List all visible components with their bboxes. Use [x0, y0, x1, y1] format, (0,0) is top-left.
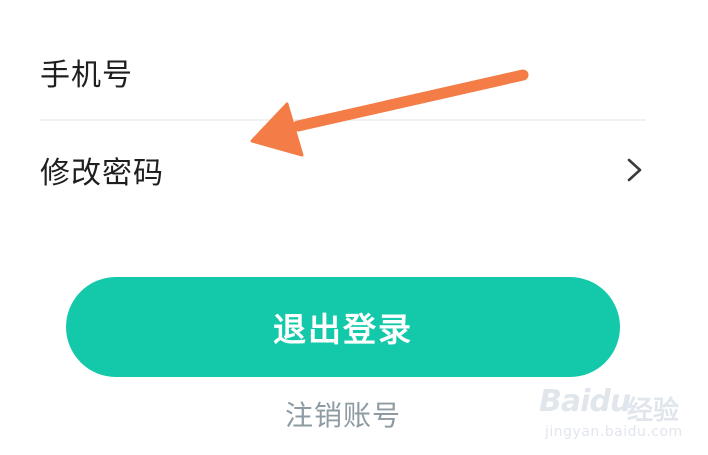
settings-row-change-password[interactable]: 修改密码	[40, 146, 646, 194]
watermark-brand: Baidu	[539, 384, 631, 419]
phone-label: 手机号	[40, 58, 133, 93]
change-password-label: 修改密码	[40, 156, 164, 191]
cancel-account-link[interactable]: 注销账号	[270, 394, 416, 434]
watermark-suffix: 经验	[627, 396, 680, 426]
divider	[40, 119, 646, 121]
chevron-right-icon	[620, 155, 650, 185]
logout-label: 退出登录	[273, 310, 413, 349]
settings-row-phone[interactable]: 手机号	[40, 48, 646, 96]
watermark-logo: Baidu 经验 jingyan.baidu.com	[535, 380, 700, 448]
watermark-url: jingyan.baidu.com	[545, 424, 683, 440]
logout-button[interactable]: 退出登录	[66, 277, 620, 377]
